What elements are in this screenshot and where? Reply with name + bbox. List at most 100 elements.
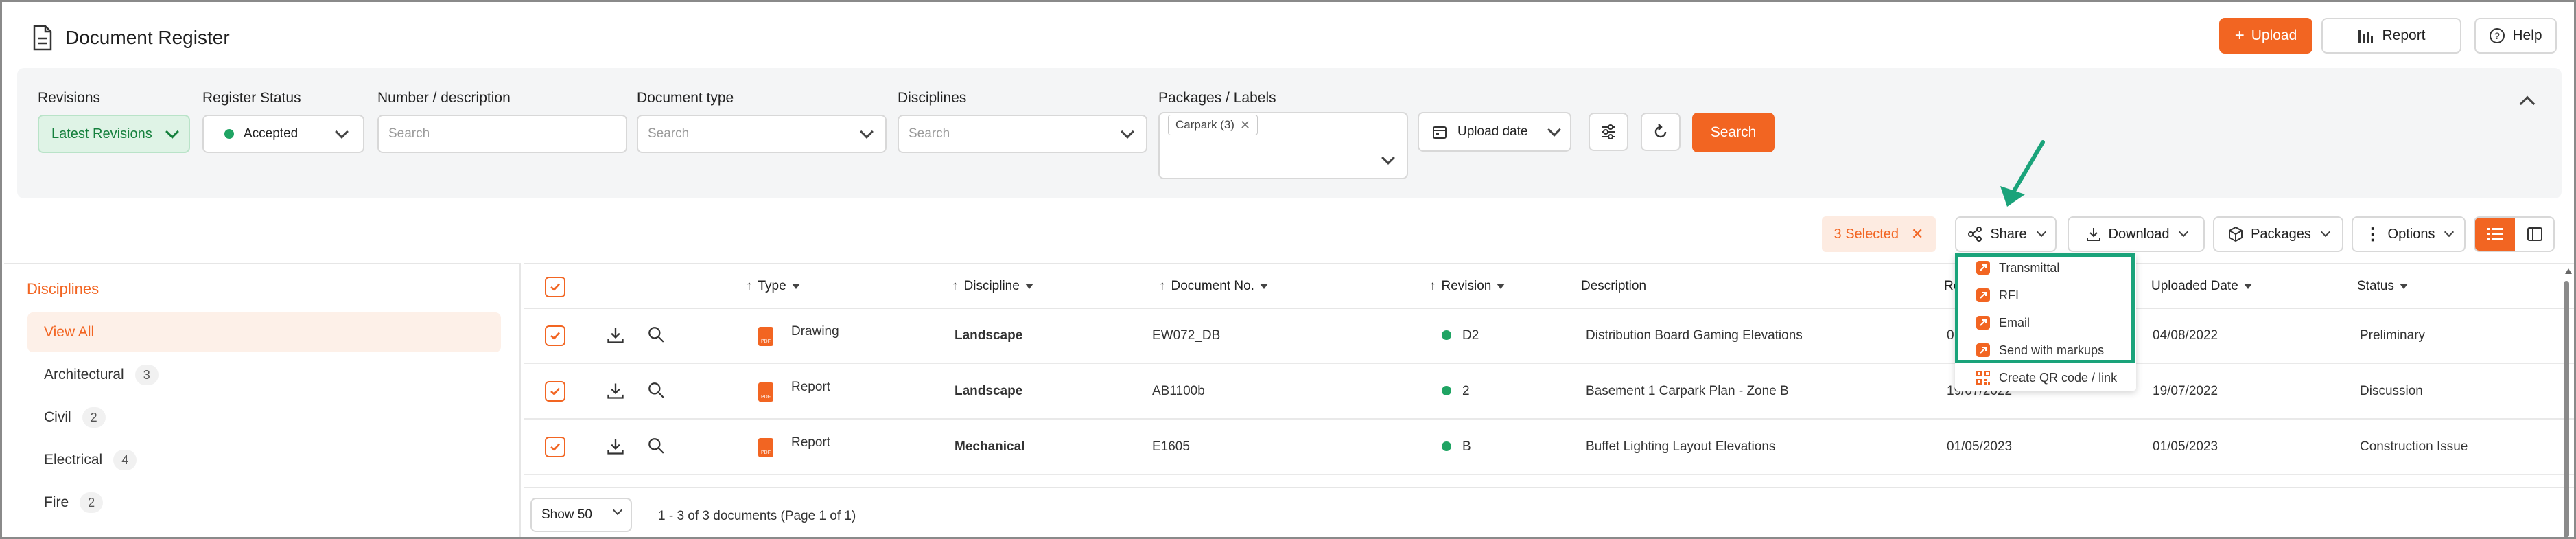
table-scrollbar[interactable] — [2562, 268, 2572, 537]
sidebar-item-electrical[interactable]: Electrical 4 — [27, 440, 501, 480]
reset-filters-button[interactable] — [1641, 113, 1681, 151]
table-row[interactable]: PDF Drawing Landscape EW072_DB D2 Distri… — [524, 309, 2574, 364]
kebab-icon: ⋮ — [2364, 225, 2381, 244]
register-status-select[interactable]: Accepted — [202, 115, 364, 153]
column-revision-label: Revision — [1441, 279, 1492, 293]
check-icon — [550, 332, 560, 340]
column-discipline[interactable]: ↑ Discipline — [952, 279, 1033, 294]
upload-label: Upload — [2251, 27, 2297, 43]
share-button[interactable]: Share — [1955, 216, 2057, 252]
download-icon[interactable] — [606, 325, 625, 345]
report-button[interactable]: Report — [2321, 18, 2461, 54]
sidebar-item-architectural[interactable]: Architectural 3 — [27, 355, 501, 395]
share-label: Share — [1990, 226, 2027, 242]
document-type-select[interactable]: Search — [637, 115, 887, 153]
caret-down-icon — [791, 284, 800, 289]
page-size-select[interactable]: Show 50 — [530, 498, 632, 532]
check-icon — [550, 387, 560, 395]
help-label: Help — [2512, 27, 2542, 43]
options-label: Options — [2387, 226, 2435, 242]
download-icon[interactable] — [606, 381, 625, 400]
search-button[interactable]: Search — [1692, 113, 1775, 152]
document-type-placeholder: Search — [648, 126, 690, 141]
cell-description: Distribution Board Gaming Elevations — [1586, 328, 1803, 343]
number-description-input[interactable]: Search — [377, 115, 627, 153]
column-uploaded-label: Uploaded Date — [2151, 279, 2238, 293]
sidebar-item-label: View All — [44, 324, 95, 340]
pdf-icon: PDF — [758, 438, 773, 457]
select-all-checkbox[interactable] — [545, 277, 565, 297]
packages-button[interactable]: Packages — [2213, 216, 2343, 252]
document-icon — [33, 25, 52, 51]
search-icon[interactable] — [647, 325, 665, 343]
pdf-icon-label: PDF — [761, 395, 771, 400]
column-status[interactable]: Status — [2357, 279, 2408, 294]
pdf-icon: PDF — [758, 382, 773, 402]
cell-status: Discussion — [2360, 384, 2423, 398]
table-row[interactable]: PDF Report Landscape AB1100b 2 Basement … — [524, 365, 2574, 420]
revisions-select[interactable]: Latest Revisions — [38, 115, 190, 153]
cell-description: Basement 1 Carpark Plan - Zone B — [1586, 384, 1789, 398]
chevron-down-icon — [2179, 227, 2189, 238]
options-button[interactable]: ⋮ Options — [2352, 216, 2466, 252]
column-uploaded-date[interactable]: Uploaded Date — [2151, 279, 2252, 294]
sidebar-item-label: Fire — [44, 494, 69, 510]
column-document-no[interactable]: ↑ Document No. — [1159, 279, 1268, 294]
document-type-label: Document type — [637, 90, 734, 106]
status-dot — [224, 129, 234, 139]
search-icon[interactable] — [647, 437, 665, 455]
qr-code-icon — [1976, 371, 1990, 385]
check-icon — [550, 443, 560, 451]
sort-arrow-icon: ↑ — [1429, 279, 1436, 293]
close-icon[interactable]: ✕ — [1240, 118, 1250, 133]
revision-value: 2 — [1462, 384, 1470, 398]
row-checkbox[interactable] — [545, 381, 565, 402]
package-icon — [2229, 226, 2243, 242]
sidebar-item-view-all[interactable]: View All — [27, 312, 501, 352]
download-button[interactable]: Download — [2068, 216, 2205, 252]
share-menu-item-qr-code[interactable]: Create QR code / link — [1976, 370, 2117, 385]
cell-uploaded-date: 19/07/2022 — [2153, 384, 2218, 398]
column-type[interactable]: ↑ Type — [746, 279, 800, 294]
disciplines-sidebar: Disciplines View All Architectural 3 Civ… — [4, 263, 521, 537]
search-icon[interactable] — [647, 381, 665, 399]
clear-selection-icon[interactable]: ✕ — [1911, 225, 1923, 243]
packages-label: Packages / Labels — [1158, 90, 1276, 106]
sidebar-item-count: 3 — [134, 365, 159, 385]
view-toggle — [2474, 216, 2555, 252]
list-icon — [2487, 228, 2503, 240]
sidebar-item-civil[interactable]: Civil 2 — [27, 398, 501, 437]
sidebar-item-fire[interactable]: Fire 2 — [27, 483, 501, 523]
revisions-label: Revisions — [38, 90, 101, 106]
cell-revised-date: 01/05/2023 — [1947, 439, 2013, 454]
disciplines-select[interactable]: Search — [898, 115, 1147, 153]
split-view-button[interactable] — [2515, 218, 2553, 251]
column-revision[interactable]: ↑ Revision — [1429, 279, 1506, 294]
download-icon — [2086, 228, 2100, 241]
column-type-label: Type — [758, 279, 786, 293]
table-row[interactable]: PDF Report Mechanical E1605 B Buffet Lig… — [524, 420, 2574, 475]
list-view-button[interactable] — [2475, 218, 2515, 251]
column-description[interactable]: Description — [1581, 279, 1646, 294]
revision-value: D2 — [1462, 328, 1479, 343]
filter-settings-button[interactable] — [1589, 113, 1628, 151]
download-icon[interactable] — [606, 437, 625, 456]
upload-button[interactable]: + Upload — [2219, 18, 2312, 54]
row-checkbox[interactable] — [545, 325, 565, 346]
row-checkbox[interactable] — [545, 437, 565, 457]
app-frame: Document Register + Upload Report ? Help… — [0, 0, 2576, 539]
cell-type: Drawing — [791, 324, 839, 339]
date-field-select[interactable]: Upload date — [1418, 112, 1571, 152]
check-icon — [550, 283, 560, 291]
help-button[interactable]: ? Help — [2474, 18, 2557, 54]
sidebar-item-count: 4 — [113, 450, 137, 470]
cell-uploaded-date: 04/08/2022 — [2153, 328, 2218, 343]
chevron-down-icon — [2320, 227, 2330, 238]
package-tag-label: Carpark (3) — [1175, 118, 1234, 131]
report-label: Report — [2382, 27, 2426, 43]
table-header: ↑ Type ↑ Discipline ↑ Document No. ↑ Rev… — [524, 264, 2574, 309]
calendar-icon — [1433, 126, 1447, 139]
pagination-summary: 1 - 3 of 3 documents (Page 1 of 1) — [658, 509, 856, 523]
column-description-label: Description — [1581, 279, 1647, 293]
page-size-value: Show 50 — [541, 507, 592, 522]
